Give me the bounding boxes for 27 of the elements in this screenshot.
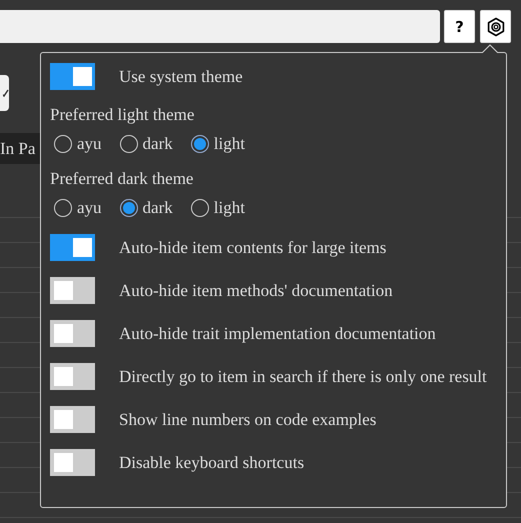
radio-option[interactable]: dark <box>120 198 173 218</box>
help-button[interactable]: ? <box>444 10 475 43</box>
settings-button[interactable] <box>480 10 511 43</box>
toggle-switch[interactable] <box>50 63 95 90</box>
search-field[interactable] <box>0 10 440 43</box>
radio-option[interactable]: light <box>190 134 245 154</box>
setting-label: Directly go to item in search if there is only one result <box>119 366 487 386</box>
setting-heading: Preferred light theme <box>50 104 196 126</box>
setting-label: Use system theme <box>119 66 243 86</box>
toggle-switch[interactable] <box>50 363 95 390</box>
partial-button[interactable] <box>0 75 9 111</box>
toggle-switch[interactable] <box>50 234 95 261</box>
radio-option[interactable]: light <box>190 198 245 218</box>
toggle-switch[interactable] <box>50 449 95 476</box>
setting-label: Disable keyboard shortcuts <box>119 452 304 472</box>
setting-label: Auto-hide item methods' documentation <box>119 280 393 300</box>
setting-label: Auto-hide item contents for large items <box>119 238 386 258</box>
settings-icon <box>486 16 506 36</box>
setting-heading: Preferred dark theme <box>50 168 194 190</box>
toggle-switch[interactable] <box>50 406 95 433</box>
check-icon <box>3 88 9 98</box>
toggle-switch[interactable] <box>50 277 95 304</box>
radio-option[interactable]: dark <box>120 134 173 154</box>
toggle-switch[interactable] <box>50 320 95 347</box>
setting-label: Auto-hide trait implementation documentation <box>119 324 436 344</box>
setting-label: Show line numbers on code examples <box>119 410 376 430</box>
radio-option[interactable]: ayu <box>54 198 102 218</box>
